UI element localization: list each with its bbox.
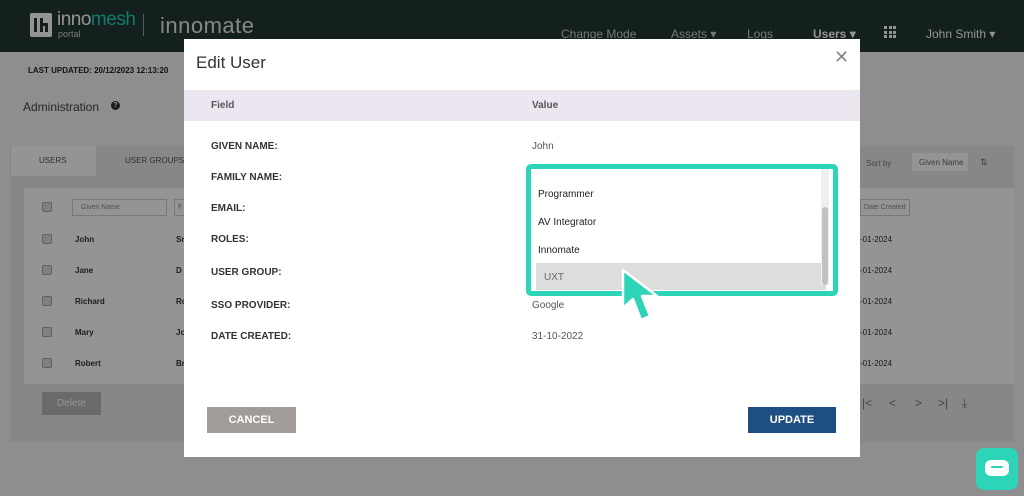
close-icon[interactable]: ✕ [834,47,849,68]
sso-provider-label: SSO PROVIDER: [211,300,291,311]
field-table-header: Field Value [184,90,860,121]
family-name-label: FAMILY NAME: [211,172,283,183]
cancel-button[interactable]: CANCEL [207,407,296,433]
option-uxt[interactable]: UXT [536,263,826,290]
user-group-options[interactable]: Programmer AV Integrator Innomate UXT [536,174,826,290]
column-header-field: Field [211,100,235,111]
date-created-value: 31-10-2022 [532,331,584,342]
scrollbar-thumb[interactable] [822,207,828,285]
option-av-integrator[interactable]: AV Integrator [536,208,826,236]
date-created-label: DATE CREATED: [211,331,292,342]
sso-provider-value[interactable]: Google [532,300,564,311]
update-button[interactable]: UPDATE [748,407,836,433]
given-name-value[interactable]: John [532,141,554,152]
user-group-dropdown: Programmer AV Integrator Innomate UXT [526,164,838,296]
chat-icon [985,460,1009,476]
user-group-label: USER GROUP: [211,267,282,278]
email-label: EMAIL: [211,203,246,214]
option-innomate[interactable]: Innomate [536,236,826,264]
dropdown-scrollbar[interactable] [821,169,829,285]
roles-label: ROLES: [211,234,249,245]
mouse-pointer-icon [621,268,659,322]
dialog-title: Edit User [196,53,266,72]
chat-support-button[interactable] [976,448,1018,490]
given-name-label: GIVEN NAME: [211,141,278,152]
column-header-value: Value [532,100,559,111]
option-programmer[interactable]: Programmer [536,180,826,208]
